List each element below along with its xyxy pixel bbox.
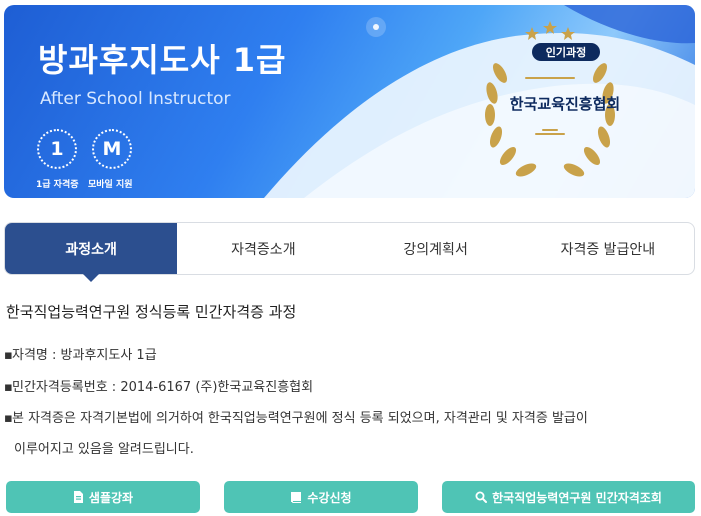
enroll-label: 수강신청 xyxy=(307,490,352,505)
sample-lecture-button[interactable]: 샘플강좌 xyxy=(6,481,200,513)
section-title: 한국직업능력연구원 정식등록 민간자격증 과정 xyxy=(6,303,297,321)
grade-badge-caption: 1급 자격증 xyxy=(36,180,79,190)
mobile-badge-icon: M xyxy=(92,129,132,169)
grade-badge-icon: 1 xyxy=(37,129,77,169)
certificate-lookup-button[interactable]: 한국직업능력연구원 민간자격조회 xyxy=(442,481,695,513)
tab-syllabus[interactable]: 강의계획서 xyxy=(350,223,522,274)
popular-course-badge: 인기과정 xyxy=(532,43,600,61)
bullet-icon: ▪ xyxy=(4,411,13,426)
document-icon xyxy=(73,491,83,503)
mobile-badge-caption: 모바일 지원 xyxy=(88,180,133,190)
search-icon xyxy=(475,491,488,503)
certificate-lookup-label: 한국직업능력연구원 민간자격조회 xyxy=(492,490,662,505)
course-title: 방과후지도사 1급 xyxy=(38,41,287,79)
sample-lecture-label: 샘플강좌 xyxy=(88,490,134,505)
tab-course-intro[interactable]: 과정소개 xyxy=(5,223,178,282)
info-item-certificate-name: ▪자격명 : 방과후지도사 1급 xyxy=(4,348,157,363)
organization-name: 한국교육진흥협회 xyxy=(509,95,621,113)
tab-certificate-intro[interactable]: 자격증소개 xyxy=(177,223,349,274)
info-item-notice-continuation: 이루어지고 있음을 알려드립니다. xyxy=(14,442,194,457)
course-subtitle: After School Instructor xyxy=(40,89,231,109)
book-icon xyxy=(291,491,302,503)
info-item-registration-number: ▪민간자격등록번호 : 2014-6167 (주)한국교육진흥협회 xyxy=(4,380,314,395)
course-banner: 방과후지도사 1급 After School Instructor 1 1급 자… xyxy=(4,5,695,198)
tab-certificate-issuance[interactable]: 자격증 발급안내 xyxy=(522,223,694,274)
course-tabs: 과정소개 자격증소개 강의계획서 자격증 발급안내 xyxy=(4,222,695,282)
enroll-button[interactable]: 수강신청 xyxy=(224,481,418,513)
info-item-notice: ▪본 자격증은 자격기본법에 의거하여 한국직업능력연구원에 정식 등록 되었으… xyxy=(4,411,588,426)
bullet-icon: ▪ xyxy=(4,380,13,395)
bullet-icon: ▪ xyxy=(4,348,13,363)
